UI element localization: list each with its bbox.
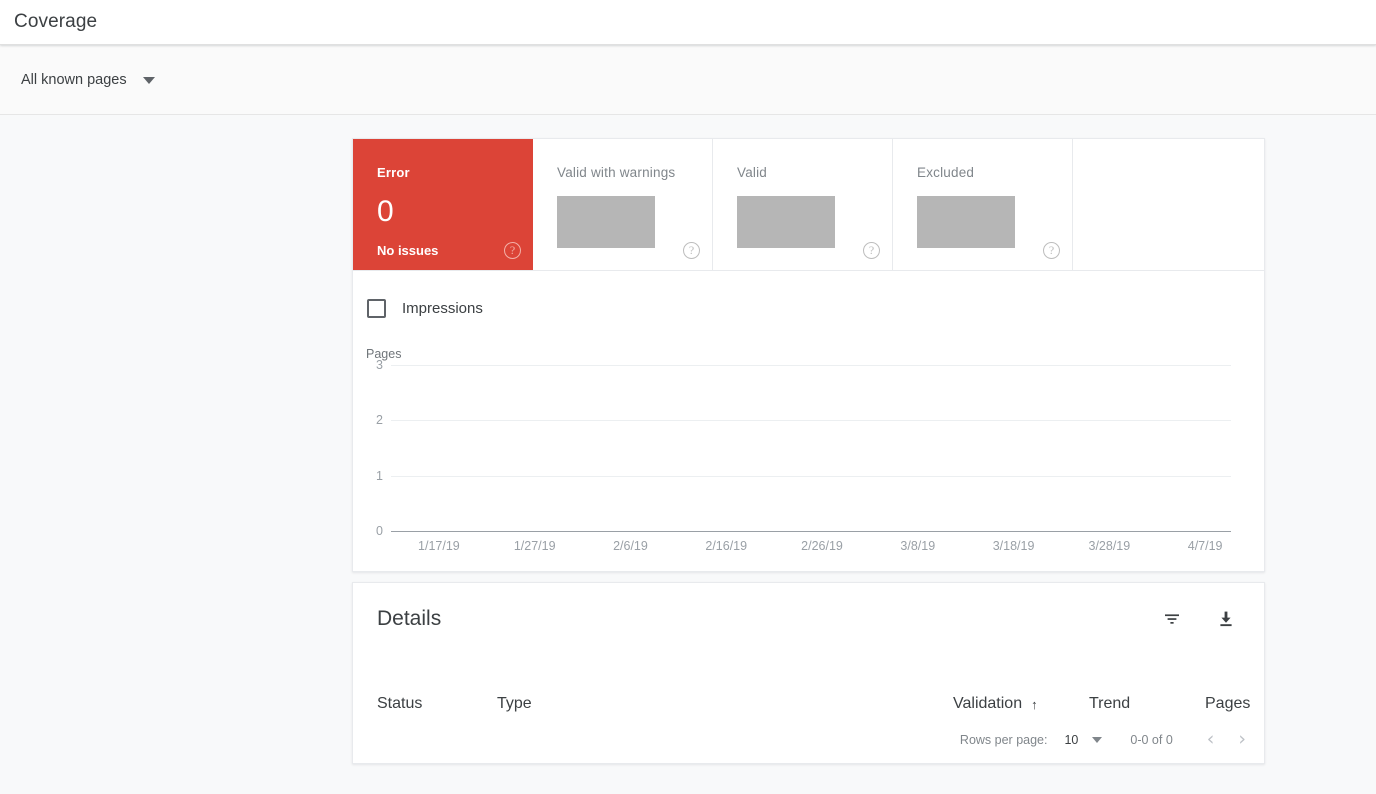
status-card-valid-with-warnings-label: Valid with warnings [557, 165, 676, 180]
y-axis-tick-2: 2 [376, 413, 383, 427]
help-circle-icon[interactable]: ? [504, 242, 521, 259]
gridline-2: 2 [376, 413, 1231, 427]
details-panel: Details Status Type Validation ↑ Trend P… [352, 582, 1265, 764]
column-header-validation-label: Validation [953, 695, 1023, 712]
y-axis-tick-3: 3 [376, 358, 383, 372]
loading-placeholder [557, 196, 655, 248]
pagination-range: 0-0 of 0 [1130, 732, 1173, 747]
details-title: Details [377, 607, 442, 630]
status-card-error-count: 0 [377, 195, 395, 228]
coverage-overview-panel: Error 0 No issues ? Valid with warnings … [352, 138, 1265, 572]
chart-y-axis-title: Pages [366, 347, 402, 361]
impressions-checkbox[interactable] [367, 299, 386, 318]
status-card-error[interactable]: Error 0 No issues ? [353, 139, 533, 270]
chart-x-axis: 1/17/19 1/27/19 2/6/19 2/16/19 2/26/19 3… [391, 539, 1253, 553]
x-axis-tick: 1/17/19 [418, 539, 460, 553]
status-card-strip: Error 0 No issues ? Valid with warnings … [353, 139, 1264, 271]
y-axis-tick-0: 0 [376, 524, 383, 538]
x-axis-tick: 2/6/19 [613, 539, 648, 553]
help-circle-icon[interactable]: ? [683, 242, 700, 259]
chart-plot-area: Pages 3 2 1 0 1/17/19 1/27/19 2/6/19 2/1… [353, 347, 1266, 567]
rows-per-page-value: 10 [1064, 732, 1079, 747]
x-axis-tick: 3/18/19 [992, 539, 1035, 553]
coverage-chart: Impressions Pages 3 2 1 0 1/17/19 1/27/1… [353, 271, 1264, 571]
status-card-valid-label: Valid [737, 165, 768, 180]
details-header: Details [353, 583, 1264, 631]
rows-per-page-select[interactable]: 10 [1064, 732, 1103, 747]
status-card-valid-with-warnings[interactable]: Valid with warnings ? [533, 139, 713, 270]
column-header-trend[interactable]: Trend [1089, 695, 1130, 713]
filter-bar: All known pages [0, 46, 1376, 115]
chart-legend: Impressions [353, 271, 1264, 318]
x-axis-tick: 4/7/19 [1187, 539, 1223, 553]
column-header-status[interactable]: Status [377, 695, 422, 713]
status-card-empty-slot [1073, 139, 1264, 270]
page-scope-selector[interactable]: All known pages [0, 72, 155, 88]
loading-placeholder [737, 196, 835, 248]
rows-per-page-label: Rows per page: [959, 732, 1048, 747]
column-header-validation[interactable]: Validation ↑ [953, 695, 1038, 713]
x-axis-tick: 3/28/19 [1088, 539, 1131, 553]
loading-placeholder [917, 196, 1015, 248]
x-axis-tick: 2/16/19 [705, 539, 748, 553]
y-axis-tick-1: 1 [376, 469, 383, 483]
sort-ascending-icon: ↑ [1031, 696, 1038, 712]
x-axis-tick: 1/27/19 [513, 539, 556, 553]
page-title: Coverage [14, 11, 98, 32]
pagination-nav: ‹ › [1207, 730, 1246, 749]
filter-icon[interactable] [1160, 607, 1184, 631]
gridline-1: 1 [376, 469, 1231, 483]
gridline-0-baseline: 0 [376, 524, 1231, 538]
chevron-down-icon [142, 76, 155, 84]
column-header-type[interactable]: Type [497, 695, 532, 713]
status-card-excluded-label: Excluded [917, 165, 975, 180]
chevron-down-icon [1092, 736, 1103, 743]
impressions-label: Impressions [402, 300, 483, 317]
app-header: Coverage [0, 0, 1376, 45]
status-card-valid[interactable]: Valid ? [713, 139, 893, 270]
chart-gridlines: 3 2 1 0 [376, 358, 1231, 538]
x-axis-tick: 3/8/19 [900, 539, 936, 553]
status-card-error-label: Error [377, 165, 410, 180]
gridline-3: 3 [376, 358, 1231, 372]
download-icon[interactable] [1214, 607, 1238, 631]
column-header-pages[interactable]: Pages [1205, 695, 1250, 713]
content-region: Error 0 No issues ? Valid with warnings … [0, 116, 1376, 794]
help-circle-icon[interactable]: ? [1043, 242, 1060, 259]
help-circle-icon[interactable]: ? [863, 242, 880, 259]
chevron-left-icon[interactable]: ‹ [1207, 730, 1215, 749]
details-actions [1160, 607, 1238, 631]
chevron-right-icon[interactable]: › [1238, 730, 1246, 749]
page-scope-label: All known pages [21, 72, 127, 88]
x-axis-tick: 2/26/19 [801, 539, 843, 553]
status-card-excluded[interactable]: Excluded ? [893, 139, 1073, 270]
table-pagination: Rows per page: 10 0-0 of 0 ‹ › [960, 730, 1246, 749]
